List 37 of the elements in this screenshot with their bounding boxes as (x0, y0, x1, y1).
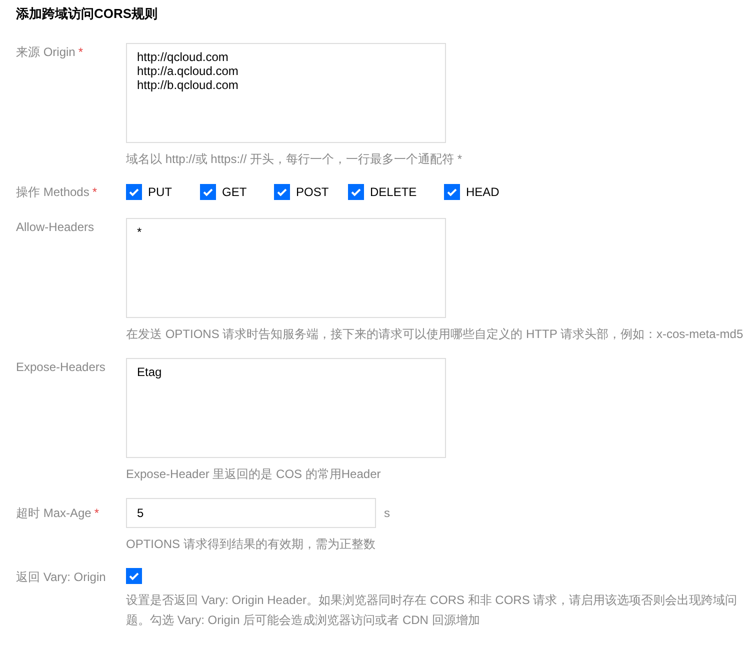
hint-text: 域名以 http://或 https:// 开头，每行一个，一行最多一个通配符 * (126, 151, 464, 168)
checkbox-label: GET (222, 184, 247, 201)
hint-text: Expose-Header 里返回的是 COS 的常用Header (126, 466, 382, 483)
required-mark: * (78, 45, 84, 59)
checkbox[interactable] (274, 184, 290, 200)
required-mark: * (94, 506, 100, 520)
unit-label: s (384, 505, 390, 522)
check-icon (202, 186, 214, 198)
checkbox[interactable] (444, 184, 460, 200)
text-area-field[interactable]: Etag (126, 358, 446, 458)
required-mark: * (92, 185, 98, 199)
hint-text: 设置是否返回 Vary: Origin Header。如果浏览器同时存在 CORS 和非 CORS 请求，请启用该选项否则会出现跨域问题。勾选 Vary: Origin 后可能会造成浏览器访问或者 CDN 回源增加 (126, 592, 738, 629)
form-title: 添加跨域访问CORS规则 (16, 6, 159, 22)
field-label: Allow-Headers (16, 220, 94, 234)
field-label: 超时 Max-Age (16, 506, 92, 520)
checkbox[interactable] (126, 568, 142, 584)
checkbox[interactable] (200, 184, 216, 200)
checkbox-label: HEAD (466, 184, 500, 201)
input-field[interactable]: 5 (126, 498, 376, 528)
field-label: Expose-Headers (16, 360, 106, 374)
check-icon (128, 186, 140, 198)
check-icon (128, 570, 140, 582)
hint-text: OPTIONS 请求得到结果的有效期，需为正整数 (126, 536, 376, 553)
checkbox-label: DELETE (370, 184, 417, 201)
check-icon (276, 186, 288, 198)
text-area-field[interactable]: http://qcloud.com http://a.qcloud.com http://b.qcloud.com (126, 43, 446, 143)
field-label: 返回 Vary: Origin (16, 570, 106, 584)
hint-text: 在发送 OPTIONS 请求时告知服务端，接下来的请求可以使用哪些自定义的 HTTP 请求头部，例如：x-cos-meta-md5 (126, 326, 744, 343)
field-label: 操作 Methods (16, 185, 90, 199)
check-icon (446, 186, 458, 198)
checkbox[interactable] (126, 184, 142, 200)
field-label: 来源 Origin (16, 45, 76, 59)
check-icon (350, 186, 362, 198)
checkbox-label: POST (296, 184, 329, 201)
text-area-field[interactable]: * (126, 218, 446, 318)
checkbox[interactable] (348, 184, 364, 200)
checkbox-label: PUT (148, 184, 172, 201)
